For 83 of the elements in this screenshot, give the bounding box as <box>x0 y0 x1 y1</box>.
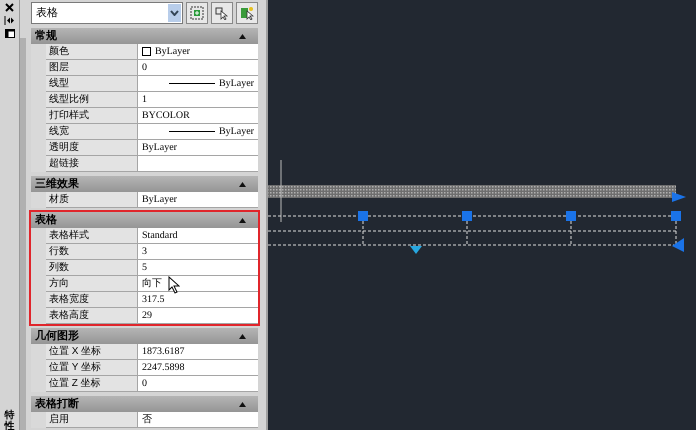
property-value-cell[interactable]: 5 <box>138 260 258 276</box>
property-label: 线型比例 <box>49 92 89 107</box>
property-value: ByLayer <box>142 141 177 155</box>
section-title: 表格 <box>35 212 57 228</box>
section-header[interactable]: 常规 <box>31 28 258 44</box>
property-value-cell[interactable]: ByLayer <box>138 192 258 208</box>
panel-icon[interactable] <box>4 29 14 38</box>
property-value: 0 <box>142 61 147 75</box>
pick-button[interactable] <box>211 2 233 24</box>
property-value-cell[interactable]: BYCOLOR <box>138 108 258 124</box>
property-value: 向下 <box>142 277 162 291</box>
table-grip-drawing[interactable] <box>268 160 686 254</box>
property-value-cell[interactable]: 1 <box>138 92 258 108</box>
plus-box-icon <box>190 6 204 20</box>
property-value-cell[interactable] <box>138 156 258 172</box>
property-label: 位置 Y 坐标 <box>49 360 102 375</box>
property-value-cell[interactable]: ByLayer <box>138 76 258 92</box>
property-label: 线型 <box>49 76 69 91</box>
property-value-cell[interactable]: ByLayer <box>138 124 258 140</box>
property-label: 线宽 <box>49 124 69 139</box>
property-value: ByLayer <box>219 125 254 139</box>
color-swatch <box>142 47 151 56</box>
property-value-cell[interactable]: 0 <box>138 60 258 76</box>
property-value: 1 <box>142 93 147 107</box>
chevron-down-icon <box>168 4 181 22</box>
line-sample <box>169 131 215 132</box>
property-value-cell[interactable]: Standard <box>138 228 258 244</box>
property-value-cell[interactable]: 3 <box>138 244 258 260</box>
select-objects-button[interactable] <box>186 2 208 24</box>
property-label: 启用 <box>49 412 69 427</box>
property-value: Standard <box>142 229 178 243</box>
property-label: 透明度 <box>49 140 79 155</box>
property-value-cell[interactable]: ByLayer <box>138 140 258 156</box>
section-title: 几何图形 <box>35 328 79 344</box>
property-value: ByLayer <box>155 45 190 59</box>
property-label: 打印样式 <box>49 108 89 123</box>
quick-select-button[interactable] <box>236 2 258 24</box>
property-value-cell[interactable]: ByLayer <box>138 44 258 60</box>
quick-select-icon <box>240 6 254 20</box>
property-value: 3 <box>142 245 147 259</box>
property-value-cell[interactable]: 1873.6187 <box>138 344 258 360</box>
property-label: 行数 <box>49 245 69 259</box>
property-value-cell[interactable]: 向下 <box>138 276 258 292</box>
section-title: 三维效果 <box>35 176 79 192</box>
property-value: 否 <box>142 413 152 427</box>
property-label: 颜色 <box>49 44 69 59</box>
property-label: 材质 <box>49 192 69 207</box>
property-value-cell[interactable]: 317.5 <box>138 292 258 308</box>
property-label: 方向 <box>49 276 69 291</box>
property-value: 29 <box>142 309 152 323</box>
line-sample <box>169 83 215 84</box>
section-header[interactable]: 表格打断 <box>31 396 258 412</box>
property-value-cell[interactable]: 0 <box>138 376 258 392</box>
mouse-pointer-icon <box>168 276 180 294</box>
property-value: 1873.6187 <box>142 345 184 359</box>
property-label: 表格样式 <box>49 228 89 243</box>
property-label: 表格宽度 <box>49 292 89 307</box>
section-header[interactable]: 三维效果 <box>31 176 258 192</box>
property-label: 位置 Z 坐标 <box>49 376 101 391</box>
property-value: BYCOLOR <box>142 109 190 123</box>
property-value: 5 <box>142 261 147 275</box>
section-header[interactable]: 表格 <box>31 212 258 228</box>
close-icon[interactable] <box>5 3 14 12</box>
property-label: 位置 X 坐标 <box>49 344 102 359</box>
property-value: 2247.5898 <box>142 361 184 375</box>
property-value: ByLayer <box>142 193 177 207</box>
object-type-dropdown[interactable]: 表格 <box>31 2 183 24</box>
property-value-cell[interactable]: 否 <box>138 412 258 428</box>
section-title: 表格打断 <box>35 396 79 412</box>
property-value: 317.5 <box>142 293 164 307</box>
arrows-icon[interactable] <box>4 16 15 25</box>
property-label: 超链接 <box>49 156 79 171</box>
property-label: 列数 <box>49 261 69 275</box>
scrollbar[interactable] <box>20 38 26 430</box>
property-value-cell[interactable]: 2247.5898 <box>138 360 258 376</box>
cursor-icon <box>215 6 229 20</box>
section-title: 常规 <box>35 28 57 44</box>
property-value: ByLayer <box>219 77 254 91</box>
property-label: 表格高度 <box>49 308 89 323</box>
property-value-cell[interactable]: 29 <box>138 308 258 324</box>
property-label: 图层 <box>49 61 69 75</box>
property-value: 0 <box>142 377 147 391</box>
section-header[interactable]: 几何图形 <box>31 328 258 344</box>
